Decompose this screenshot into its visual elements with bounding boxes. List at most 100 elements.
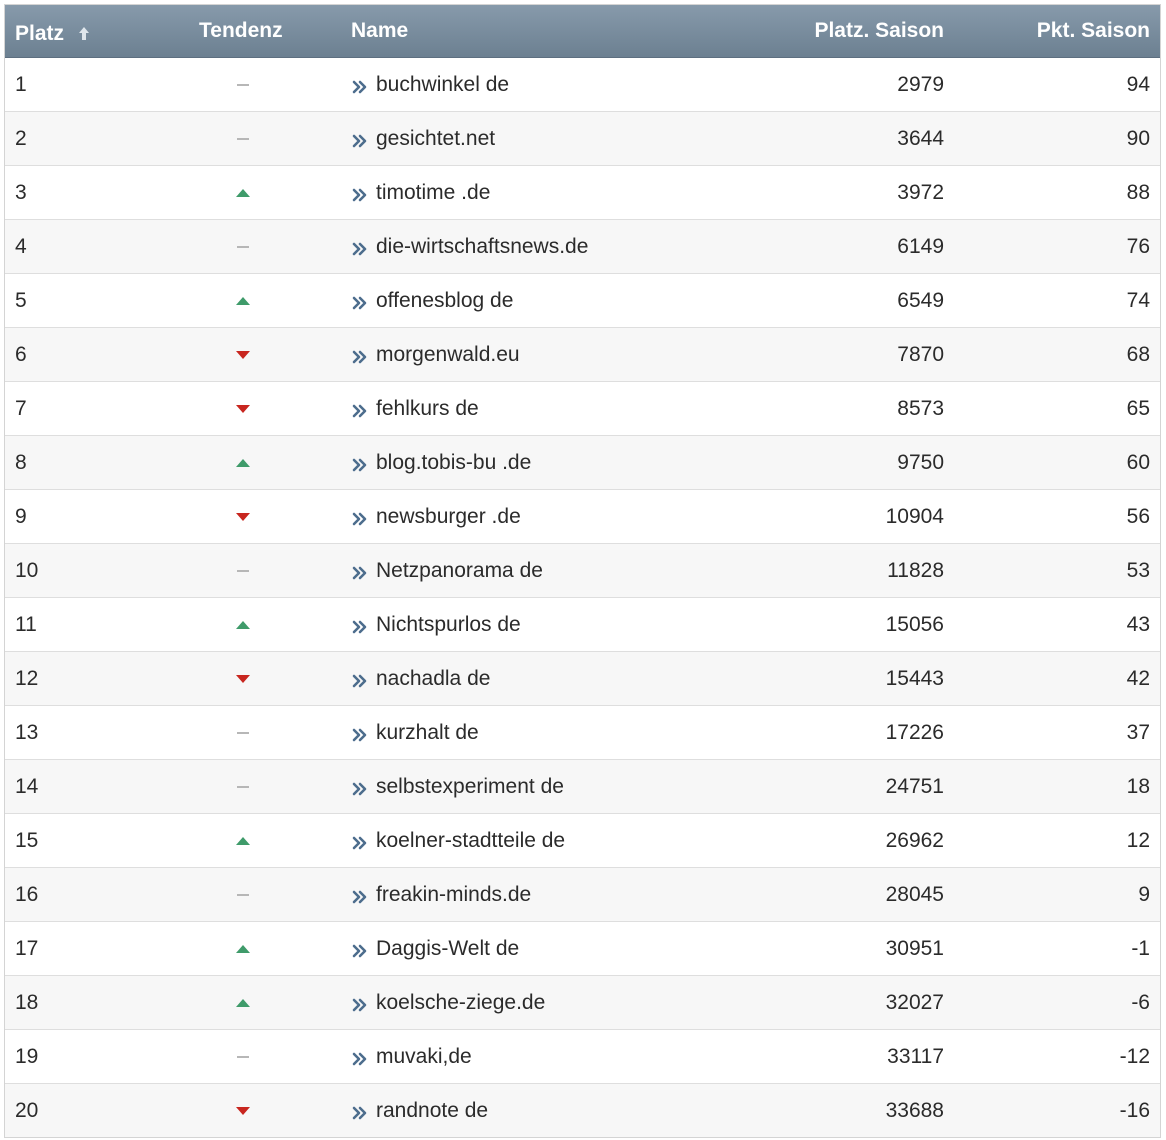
- site-link[interactable]: muvaki,de: [376, 1045, 472, 1069]
- site-link[interactable]: offenesblog de: [376, 289, 513, 313]
- site-link[interactable]: buchwinkel de: [376, 73, 509, 97]
- site-link[interactable]: gesichtet.net: [376, 127, 495, 151]
- name-cell: Netzpanorama de: [351, 559, 781, 583]
- season-points-cell: 9: [1138, 882, 1150, 906]
- double-chevron-right-icon[interactable]: [351, 457, 369, 473]
- table-row: 14 selbstexperiment de 24751 18: [5, 760, 1160, 814]
- site-link[interactable]: blog.tobis-bu .de: [376, 451, 531, 475]
- table-row: 13 kurzhalt de 17226 37: [5, 706, 1160, 760]
- season-position-cell: 3972: [897, 180, 944, 204]
- name-cell: kurzhalt de: [351, 721, 781, 745]
- double-chevron-right-icon[interactable]: [351, 943, 369, 959]
- double-chevron-right-icon[interactable]: [351, 79, 369, 95]
- table-row: 20 randnote de 33688 -16: [5, 1084, 1160, 1137]
- site-link[interactable]: newsburger .de: [376, 505, 521, 529]
- site-link[interactable]: Nichtspurlos de: [376, 613, 521, 637]
- season-position-cell: 17226: [885, 720, 944, 744]
- site-link[interactable]: randnote de: [376, 1099, 488, 1123]
- double-chevron-right-icon[interactable]: [351, 133, 369, 149]
- trend-down-icon: [236, 512, 250, 521]
- double-chevron-right-icon[interactable]: [351, 187, 369, 203]
- site-link[interactable]: freakin-minds.de: [376, 883, 531, 907]
- column-header-rank[interactable]: Platz: [5, 16, 135, 46]
- double-chevron-right-icon[interactable]: [351, 241, 369, 257]
- double-chevron-right-icon[interactable]: [351, 1051, 369, 1067]
- name-cell: fehlkurs de: [351, 397, 781, 421]
- season-points-cell: 12: [1126, 828, 1150, 852]
- double-chevron-right-icon[interactable]: [351, 835, 369, 851]
- rank-cell: 14: [15, 774, 39, 798]
- name-cell: nachadla de: [351, 667, 781, 691]
- double-chevron-right-icon[interactable]: [351, 727, 369, 743]
- table-row: 6 morgenwald.eu 7870 68: [5, 328, 1160, 382]
- trend-flat-icon: [237, 731, 249, 734]
- rank-cell: 7: [15, 396, 27, 420]
- column-header-name[interactable]: Name: [351, 19, 781, 43]
- trend-cell: [135, 350, 351, 359]
- rank-cell: 19: [15, 1044, 39, 1068]
- table-row: 15 koelner-stadtteile de 26962 12: [5, 814, 1160, 868]
- double-chevron-right-icon[interactable]: [351, 889, 369, 905]
- double-chevron-right-icon[interactable]: [351, 349, 369, 365]
- season-position-cell: 24751: [885, 774, 944, 798]
- season-points-cell: 65: [1126, 396, 1150, 420]
- name-cell: selbstexperiment de: [351, 775, 781, 799]
- double-chevron-right-icon[interactable]: [351, 619, 369, 635]
- rank-cell: 11: [15, 612, 37, 636]
- site-link[interactable]: morgenwald.eu: [376, 343, 520, 367]
- rank-cell: 8: [15, 450, 27, 474]
- column-header-season-points-label: Pkt. Saison: [1036, 19, 1150, 42]
- season-points-cell: 43: [1126, 612, 1150, 636]
- trend-cell: [135, 836, 351, 845]
- site-link[interactable]: koelsche-ziege.de: [376, 991, 545, 1015]
- site-link[interactable]: Netzpanorama de: [376, 559, 543, 583]
- rank-cell: 15: [15, 828, 39, 852]
- table-row: 3 timotime .de 3972 88: [5, 166, 1160, 220]
- table-row: 18 koelsche-ziege.de 32027 -6: [5, 976, 1160, 1030]
- site-link[interactable]: koelner-stadtteile de: [376, 829, 565, 853]
- double-chevron-right-icon[interactable]: [351, 673, 369, 689]
- rank-cell: 16: [15, 882, 39, 906]
- double-chevron-right-icon[interactable]: [351, 781, 369, 797]
- site-link[interactable]: selbstexperiment de: [376, 775, 564, 799]
- site-link[interactable]: kurzhalt de: [376, 721, 479, 745]
- site-link[interactable]: die-wirtschaftsnews.de: [376, 235, 588, 259]
- trend-cell: [135, 404, 351, 413]
- double-chevron-right-icon[interactable]: [351, 403, 369, 419]
- season-points-cell: 53: [1126, 558, 1150, 582]
- double-chevron-right-icon[interactable]: [351, 565, 369, 581]
- double-chevron-right-icon[interactable]: [351, 997, 369, 1013]
- sort-ascending-icon[interactable]: [78, 27, 90, 41]
- rank-cell: 3: [15, 180, 27, 204]
- trend-cell: [135, 674, 351, 683]
- trend-flat-icon: [237, 785, 249, 788]
- trend-cell: [135, 731, 351, 734]
- column-header-season-points[interactable]: Pkt. Saison: [944, 19, 1160, 43]
- double-chevron-right-icon[interactable]: [351, 511, 369, 527]
- table-row: 16 freakin-minds.de 28045 9: [5, 868, 1160, 922]
- rank-cell: 1: [15, 72, 27, 96]
- trend-flat-icon: [237, 1055, 249, 1058]
- rank-cell: 17: [15, 936, 39, 960]
- site-link[interactable]: nachadla de: [376, 667, 490, 691]
- season-points-cell: -1: [1131, 936, 1150, 960]
- double-chevron-right-icon[interactable]: [351, 1105, 369, 1121]
- site-link[interactable]: fehlkurs de: [376, 397, 479, 421]
- ranking-table: Platz Tendenz Name Platz. Saison Pkt. Sa…: [4, 4, 1161, 1138]
- season-position-cell: 11828: [887, 558, 944, 582]
- trend-cell: [135, 620, 351, 629]
- column-header-season-position[interactable]: Platz. Saison: [781, 19, 944, 43]
- name-cell: randnote de: [351, 1099, 781, 1123]
- season-position-cell: 26962: [885, 828, 944, 852]
- season-points-cell: 56: [1126, 504, 1150, 528]
- season-position-cell: 6549: [897, 288, 944, 312]
- column-header-trend[interactable]: Tendenz: [135, 19, 351, 43]
- trend-up-icon: [236, 836, 250, 845]
- trend-cell: [135, 1106, 351, 1115]
- name-cell: buchwinkel de: [351, 73, 781, 97]
- site-link[interactable]: timotime .de: [376, 181, 490, 205]
- site-link[interactable]: Daggis-Welt de: [376, 937, 519, 961]
- season-points-cell: 90: [1126, 126, 1150, 150]
- rank-cell: 12: [15, 666, 39, 690]
- double-chevron-right-icon[interactable]: [351, 295, 369, 311]
